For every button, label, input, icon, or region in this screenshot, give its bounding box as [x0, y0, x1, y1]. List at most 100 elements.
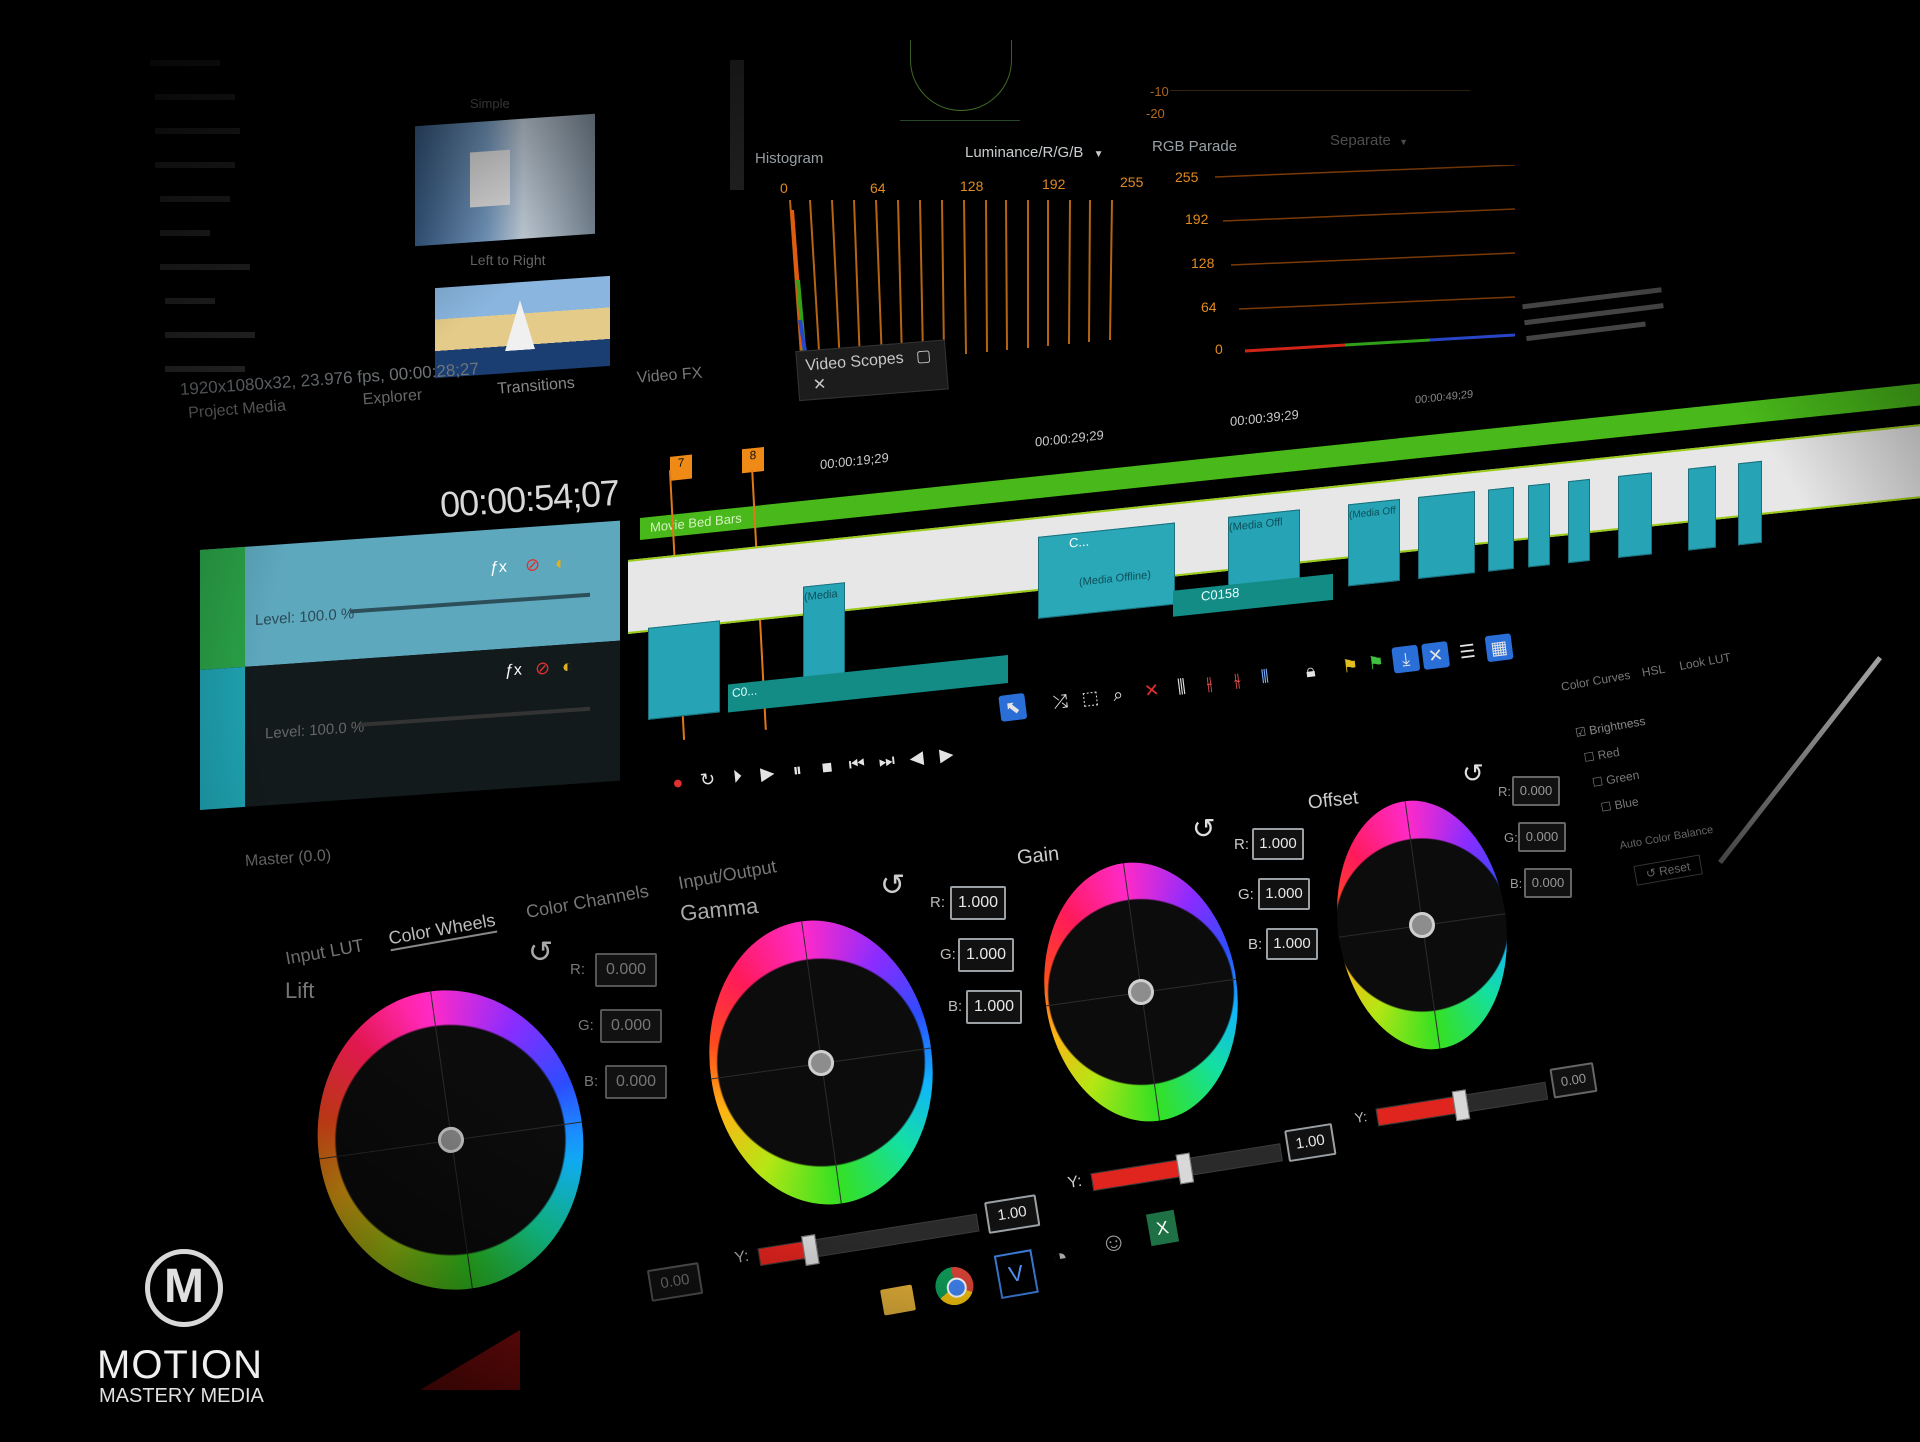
offset-reset-icon[interactable]: ↺: [1462, 758, 1484, 789]
luminance-dropdown[interactable]: Luminance/R/G/B ▼: [965, 144, 1103, 161]
chrome-icon[interactable]: [932, 1264, 977, 1309]
curve-channel-red[interactable]: ☐ Red: [1583, 745, 1621, 765]
tree-item[interactable]: [160, 230, 210, 236]
lift-b-field[interactable]: 0.000: [605, 1065, 667, 1099]
gain-color-wheel[interactable]: [1027, 849, 1255, 1135]
normal-edit-tool-icon[interactable]: ⬉: [998, 692, 1028, 722]
clip[interactable]: [1618, 472, 1652, 558]
speedometer-icon[interactable]: ◔: [1050, 1241, 1071, 1274]
offset-y-slider-handle[interactable]: [1451, 1089, 1470, 1122]
file-explorer-icon[interactable]: [880, 1284, 917, 1316]
curve-channel-brightness[interactable]: ☑ Brightness: [1574, 714, 1646, 740]
clip[interactable]: [648, 620, 720, 720]
offset-r-field[interactable]: 0.000: [1512, 776, 1560, 806]
tree-item[interactable]: [165, 366, 245, 372]
tree-item[interactable]: [155, 94, 235, 100]
go-to-start-icon[interactable]: ⏮: [843, 750, 872, 779]
gain-b-field[interactable]: 1.000: [1266, 928, 1318, 960]
gain-y-slider-handle[interactable]: [1175, 1152, 1194, 1185]
solo-icon[interactable]: ◐: [555, 552, 566, 574]
ripple-icon[interactable]: ⫳: [1223, 665, 1252, 694]
clip[interactable]: [1418, 490, 1475, 579]
auto-color-dropdown[interactable]: Auto Color Balance: [1619, 824, 1714, 852]
trim-icon[interactable]: ⫼: [1167, 672, 1196, 701]
clip[interactable]: (Media: [803, 582, 845, 679]
tab-color-curves[interactable]: Color Curves: [1560, 668, 1631, 694]
curve-channel-blue[interactable]: ☐ Blue: [1600, 794, 1640, 814]
selection-tool-icon[interactable]: ⬚: [1076, 683, 1105, 712]
offset-b-field[interactable]: 0.000: [1524, 868, 1572, 898]
curves-reset-button[interactable]: ↺ Reset: [1633, 854, 1703, 886]
lift-wheel-knob[interactable]: [435, 1125, 466, 1155]
gamma-wheel-knob[interactable]: [806, 1047, 836, 1078]
gamma-y-slider-handle[interactable]: [801, 1234, 820, 1266]
tab-input-lut[interactable]: Input LUT: [284, 935, 365, 969]
clip[interactable]: C... (Media Offline): [1038, 522, 1175, 619]
prev-frame-icon[interactable]: ◀: [902, 743, 931, 772]
lift-r-field[interactable]: 0.000: [595, 953, 657, 987]
gain-reset-icon[interactable]: ↺: [1192, 812, 1215, 845]
tree-item[interactable]: [155, 128, 240, 134]
solo-icon[interactable]: ◐: [562, 656, 573, 678]
tab-input-output[interactable]: Input/Output: [677, 856, 778, 894]
tab-color-channels[interactable]: Color Channels: [524, 881, 650, 923]
fx-icon[interactable]: ƒx: [490, 559, 507, 578]
tree-item[interactable]: [165, 298, 215, 304]
excel-icon[interactable]: X: [1145, 1209, 1180, 1247]
envelope-tool-icon[interactable]: ⤮: [1046, 687, 1075, 716]
mute-icon[interactable]: ⊘: [535, 658, 550, 680]
tree-item[interactable]: [155, 162, 235, 168]
vegas-icon[interactable]: V: [993, 1249, 1039, 1300]
region-icon[interactable]: ⚑: [1362, 648, 1391, 677]
event-list-icon[interactable]: ☰: [1453, 637, 1482, 666]
lift-color-wheel[interactable]: [298, 973, 603, 1307]
lift-reset-icon[interactable]: ↺: [528, 935, 553, 970]
gamma-r-field[interactable]: 1.000: [950, 886, 1006, 920]
gamma-reset-icon[interactable]: ↺: [880, 868, 905, 903]
tab-look-lut[interactable]: Look LUT: [1678, 650, 1732, 673]
crossfade-icon[interactable]: ✕: [1421, 641, 1451, 670]
fx-icon[interactable]: ƒx: [505, 661, 522, 680]
grid-icon[interactable]: ▦: [1484, 633, 1514, 663]
tree-item[interactable]: [165, 332, 255, 338]
clip[interactable]: [1528, 483, 1550, 568]
offset-y-field[interactable]: 0.00: [1549, 1062, 1598, 1099]
lock-icon[interactable]: 🔒︎: [1296, 656, 1325, 685]
offset-color-wheel[interactable]: [1321, 789, 1523, 1061]
offset-wheel-knob[interactable]: [1407, 910, 1437, 940]
clip[interactable]: [1688, 465, 1716, 551]
clip[interactable]: [1738, 460, 1762, 546]
go-to-end-icon[interactable]: ⏭: [872, 746, 901, 775]
histogram-scrollbar[interactable]: [730, 60, 744, 190]
lift-y-field[interactable]: 0.00: [646, 1262, 704, 1302]
marker-icon[interactable]: ⚑: [1336, 652, 1365, 681]
level-slider[interactable]: [360, 706, 590, 727]
window-icon[interactable]: ▢: [915, 348, 931, 366]
mute-icon[interactable]: ⊘: [525, 554, 540, 576]
auto-ripple-icon[interactable]: ⤓: [1391, 644, 1421, 674]
transition-thumb-simple[interactable]: [415, 113, 595, 247]
track-header[interactable]: Level: 100.0 % ƒx ⊘ ◐: [200, 640, 620, 810]
gain-wheel-knob[interactable]: [1126, 977, 1156, 1007]
curve-channel-green[interactable]: ☐ Green: [1591, 768, 1640, 790]
tab-color-wheels[interactable]: Color Wheels: [386, 909, 498, 952]
gamma-g-field[interactable]: 1.000: [958, 938, 1014, 972]
tab-explorer[interactable]: Explorer: [362, 387, 423, 410]
clip[interactable]: [1568, 478, 1590, 564]
next-frame-icon[interactable]: ▶: [932, 740, 961, 769]
parade-mode-dropdown[interactable]: Separate ▼: [1330, 132, 1408, 149]
level-slider[interactable]: [350, 592, 590, 614]
lift-g-field[interactable]: 0.000: [600, 1009, 662, 1043]
tree-item[interactable]: [150, 60, 220, 66]
gain-r-field[interactable]: 1.000: [1252, 828, 1304, 860]
zoom-tool-icon[interactable]: ⌕: [1104, 680, 1133, 709]
tree-item[interactable]: [160, 196, 230, 202]
tab-project-media[interactable]: Project Media: [188, 397, 287, 423]
tab-transitions[interactable]: Transitions: [497, 375, 576, 399]
delete-icon[interactable]: ✕: [1137, 676, 1166, 705]
marker-7[interactable]: 7: [670, 454, 692, 481]
clip[interactable]: [1488, 486, 1514, 572]
clip[interactable]: (Media Off: [1348, 498, 1400, 587]
tab-hsl[interactable]: HSL: [1641, 662, 1666, 680]
gamma-b-field[interactable]: 1.000: [966, 990, 1022, 1024]
